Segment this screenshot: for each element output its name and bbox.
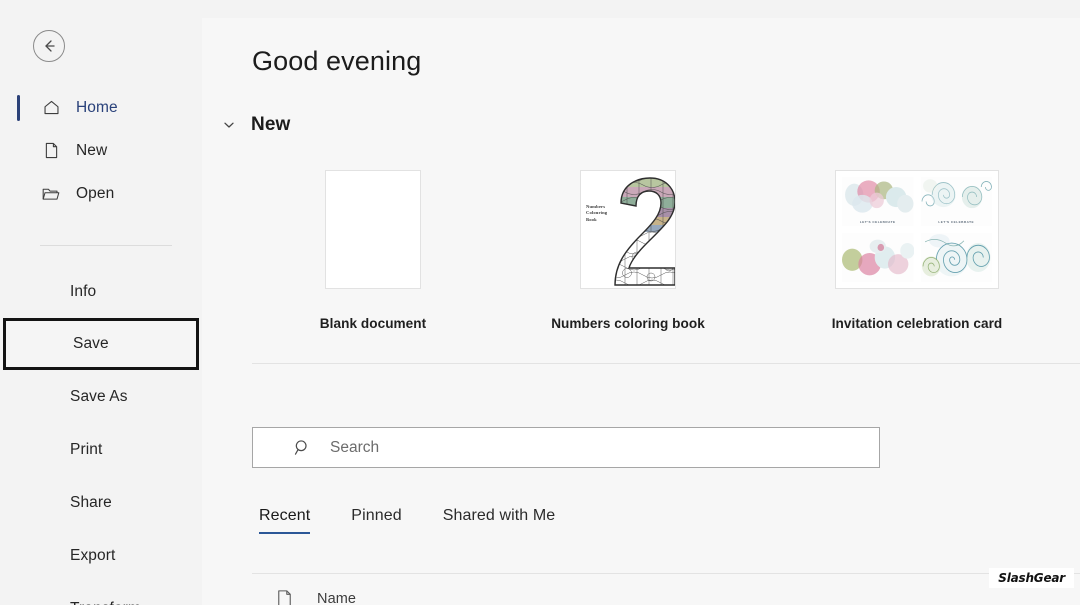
document-icon <box>274 588 295 605</box>
invitation-caption: LET'S CELEBRATE <box>938 220 975 224</box>
new-section-title: New <box>251 114 291 135</box>
template-label: Invitation celebration card <box>831 316 1003 331</box>
back-arrow-icon <box>40 37 58 55</box>
template-gallery: Blank document Numbers Colouring Book Nu… <box>320 170 1002 331</box>
document-filter-tabs: Recent Pinned Shared with Me <box>259 507 555 534</box>
search-input[interactable] <box>330 438 879 457</box>
template-card-invitation-celebration-card[interactable]: LET'S CELEBRATE LET'S CELEBRATE Invitati… <box>832 170 1002 331</box>
column-header-name[interactable]: Name <box>317 591 356 605</box>
decorative-numeral-two <box>614 177 675 286</box>
new-section-header[interactable]: New <box>222 114 290 136</box>
invitation-quadrant-bottom-left <box>842 233 914 282</box>
thumbnail-title-text: Numbers Colouring Book <box>586 204 608 222</box>
sidebar-item-save[interactable]: Save <box>3 318 199 370</box>
tab-shared-with-me[interactable]: Shared with Me <box>443 507 556 534</box>
template-thumbnail <box>325 170 421 289</box>
template-card-blank-document[interactable]: Blank document <box>320 170 426 331</box>
sidebar-item-print[interactable]: Print <box>0 423 202 476</box>
chevron-down-icon[interactable] <box>222 118 236 132</box>
sidebar-item-label: Info <box>70 282 97 300</box>
template-thumbnail: LET'S CELEBRATE LET'S CELEBRATE <box>835 170 999 289</box>
content-divider <box>252 363 1080 364</box>
template-thumbnail: Numbers Colouring Book <box>580 170 676 289</box>
home-icon <box>40 97 62 119</box>
sidebar-item-label: Export <box>70 546 116 564</box>
invitation-quadrant-bottom-right <box>920 233 992 282</box>
sidebar-divider <box>40 245 172 246</box>
folder-open-icon <box>40 183 62 205</box>
office-backstage-window: Home New Open Info Save Save As Print Sh… <box>0 0 1080 605</box>
sidebar-item-label: Home <box>76 98 118 116</box>
template-card-numbers-coloring-book[interactable]: Numbers Colouring Book Numbers coloring … <box>551 170 705 331</box>
invitation-quadrants: LET'S CELEBRATE LET'S CELEBRATE <box>842 177 992 282</box>
main-panel: Good evening New Blank document Numbers C… <box>202 18 1080 605</box>
tab-pinned[interactable]: Pinned <box>351 507 401 534</box>
tab-label: Recent <box>259 507 311 524</box>
tab-label: Pinned <box>351 507 402 524</box>
sidebar-top-nav: Home New Open <box>0 86 202 215</box>
sidebar-menu: Info Save Save As Print Share Export Tra… <box>0 265 202 605</box>
tab-recent[interactable]: Recent <box>259 507 311 534</box>
page-title: Good evening <box>252 46 422 76</box>
template-label: Blank document <box>319 316 427 331</box>
sidebar-item-label: Transform <box>70 600 141 605</box>
document-icon <box>40 140 62 162</box>
invitation-quadrant-top-left: LET'S CELEBRATE <box>842 177 914 226</box>
sidebar-item-label: Share <box>70 493 112 511</box>
sidebar-item-share[interactable]: Share <box>0 476 202 529</box>
sidebar-item-home[interactable]: Home <box>0 86 202 129</box>
sidebar-item-open[interactable]: Open <box>0 172 202 215</box>
sidebar-item-transform[interactable]: Transform <box>0 582 202 605</box>
sidebar-item-label: Save As <box>70 387 128 405</box>
sidebar-item-info[interactable]: Info <box>0 265 202 318</box>
sidebar-item-new[interactable]: New <box>0 129 202 172</box>
sidebar-item-label: Save <box>73 335 109 352</box>
sidebar-item-label: Print <box>70 440 103 458</box>
invitation-caption: LET'S CELEBRATE <box>859 220 896 224</box>
sidebar-item-label: New <box>76 141 108 159</box>
sidebar-item-export[interactable]: Export <box>0 529 202 582</box>
sidebar-item-save-as[interactable]: Save As <box>0 370 202 423</box>
back-button[interactable] <box>33 30 65 62</box>
search-box[interactable] <box>252 427 880 468</box>
active-accent-bar <box>17 95 20 121</box>
tab-label: Shared with Me <box>442 507 556 524</box>
document-list-header: Name <box>252 573 1080 605</box>
sidebar-item-label: Open <box>76 184 115 202</box>
watermark: SlashGear <box>989 568 1074 588</box>
invitation-quadrant-top-right: LET'S CELEBRATE <box>920 177 992 226</box>
template-label: Numbers coloring book <box>551 316 705 331</box>
search-icon <box>293 438 312 457</box>
sidebar: Home New Open Info Save Save As Print Sh… <box>0 0 202 605</box>
